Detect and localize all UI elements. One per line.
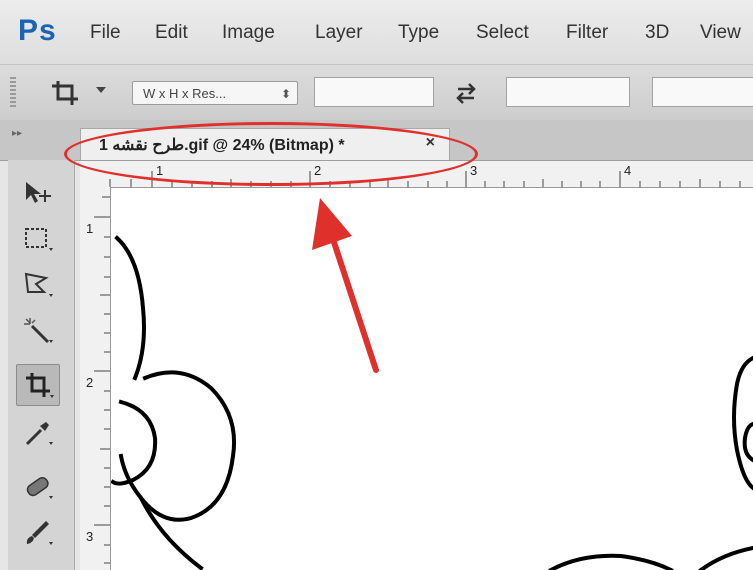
spinner-icon: ⬍ [280, 87, 291, 101]
ruler-label: 1 [156, 163, 164, 178]
ruler-label: 4 [624, 163, 632, 178]
menu-view[interactable]: View [700, 22, 741, 44]
photoshop-logo: Ps [18, 14, 57, 47]
menu-image[interactable]: Image [222, 22, 275, 44]
close-icon[interactable]: × [426, 134, 435, 152]
swap-arrows-icon[interactable] [452, 81, 480, 105]
crop-preset-label: W x H x Res... [143, 86, 227, 101]
bitmap-drawing [111, 235, 753, 570]
ruler-label: 1 [86, 221, 94, 236]
document-tab-strip: ▸▸ 1 طرح نقشه.gif @ 24% (Bitmap) * × [0, 120, 753, 161]
width-field[interactable] [314, 77, 434, 107]
document-tab-title: 1 طرح نقشه.gif @ 24% (Bitmap) * [99, 137, 345, 154]
polygonal-lasso-icon[interactable] [16, 264, 60, 306]
panel-collapse-icon[interactable]: ▸▸ [12, 128, 22, 139]
document-tab[interactable]: 1 طرح نقشه.gif @ 24% (Bitmap) * × [80, 128, 450, 160]
menu-file[interactable]: File [90, 22, 121, 44]
magic-wand-icon[interactable] [16, 310, 60, 352]
horizontal-ruler[interactable]: 1 2 3 4 [80, 161, 753, 188]
spot-healing-brush-icon[interactable] [16, 466, 60, 508]
vertical-ruler[interactable]: 1 2 3 [80, 187, 111, 570]
document-canvas[interactable] [111, 188, 753, 570]
rectangular-marquee-icon[interactable] [16, 218, 60, 260]
crop-preset-select[interactable]: W x H x Res... ⬍ [132, 81, 298, 105]
tool-preset-dropdown-icon[interactable] [96, 87, 106, 93]
ruler-label: 3 [86, 529, 94, 544]
menu-layer[interactable]: Layer [315, 22, 363, 44]
menu-select[interactable]: Select [476, 22, 529, 44]
menu-edit[interactable]: Edit [155, 22, 188, 44]
options-bar: W x H x Res... ⬍ [0, 64, 753, 122]
resolution-field[interactable] [652, 77, 753, 107]
menu-filter[interactable]: Filter [566, 22, 608, 44]
crop-icon[interactable] [48, 79, 84, 107]
menu-3d[interactable]: 3D [645, 22, 669, 44]
ruler-label: 3 [470, 163, 478, 178]
menu-type[interactable]: Type [398, 22, 439, 44]
brush-icon[interactable] [16, 512, 60, 554]
eyedropper-icon[interactable] [16, 412, 60, 454]
options-bar-grip[interactable] [10, 77, 16, 107]
toolbox [8, 160, 75, 570]
crop-icon[interactable] [16, 364, 60, 406]
ruler-label: 2 [86, 375, 94, 390]
horizontal-ruler-ticks [109, 171, 741, 187]
vertical-ruler-ticks [94, 196, 110, 564]
menu-bar: Ps File Edit Image Layer Type Select Fil… [0, 0, 753, 64]
move-icon[interactable] [16, 172, 60, 214]
ruler-label: 2 [314, 163, 322, 178]
height-field[interactable] [506, 77, 630, 107]
